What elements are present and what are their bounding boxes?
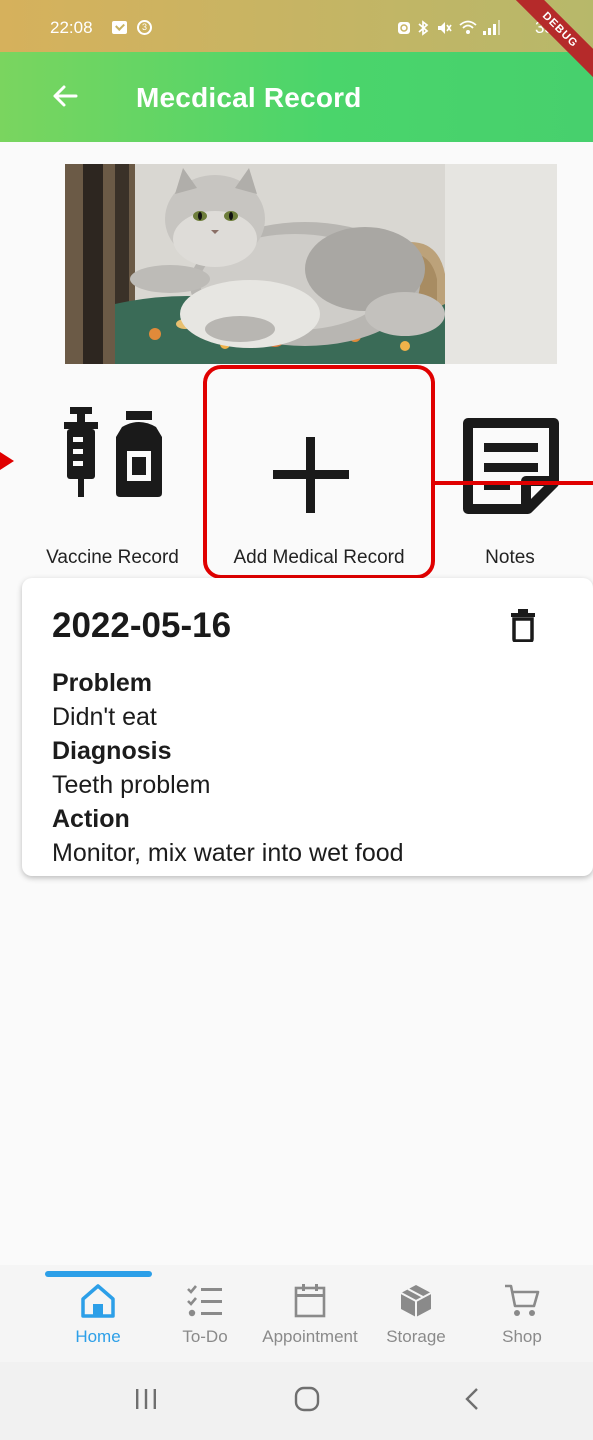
box-icon — [400, 1285, 432, 1317]
recent-apps-icon[interactable] — [134, 1384, 158, 1414]
app-bar: Mecdical Record — [0, 52, 593, 142]
record-date: 2022-05-16 — [52, 606, 232, 645]
action-value: Monitor, mix water into wet food — [52, 839, 404, 867]
plus-icon — [273, 437, 349, 513]
nav-item-todo[interactable]: To-Do — [150, 1283, 260, 1353]
record-details: Problem Didn't eat Diagnosis Teeth probl… — [52, 666, 404, 870]
status-time: 22:08 — [50, 18, 93, 37]
home-icon — [81, 1284, 115, 1318]
home-button-icon[interactable] — [293, 1384, 321, 1414]
nav-item-shop[interactable]: Shop — [467, 1283, 577, 1353]
vaccine-record-label: Vaccine Record — [46, 547, 179, 568]
pet-photo — [65, 164, 557, 364]
mute-icon — [438, 22, 452, 34]
nav-item-appointment[interactable]: Appointment — [255, 1283, 365, 1353]
bluetooth-icon — [418, 20, 429, 36]
back-button-icon[interactable] — [462, 1384, 482, 1414]
cat-image — [65, 164, 557, 364]
nav-item-home[interactable]: Home — [43, 1283, 153, 1353]
nav-label-todo: To-Do — [182, 1327, 228, 1346]
add-medical-record-button[interactable]: Add Medical Record — [203, 395, 435, 580]
nav-label-storage: Storage — [386, 1327, 446, 1346]
nav-label-home: Home — [75, 1327, 121, 1346]
status-bar: 22:08 3 35% — [0, 0, 593, 52]
vaccine-record-button[interactable]: Vaccine Record — [30, 395, 195, 580]
medical-record-card[interactable]: 2022-05-16 Problem Didn't eat Diagnosis … — [22, 578, 593, 876]
active-tab-indicator — [45, 1271, 152, 1277]
annotation-connector-line — [433, 481, 593, 485]
checklist-icon — [187, 1285, 222, 1317]
arrow-left-icon[interactable] — [50, 78, 80, 114]
message-icon — [112, 21, 127, 34]
trash-icon[interactable] — [510, 608, 536, 642]
nav-label-shop: Shop — [502, 1327, 542, 1346]
calendar-icon — [294, 1284, 326, 1318]
problem-value: Didn't eat — [52, 703, 157, 731]
problem-heading: Problem — [52, 669, 153, 697]
diagnosis-value: Teeth problem — [52, 771, 211, 799]
diagnosis-heading: Diagnosis — [52, 737, 172, 765]
notes-label: Notes — [485, 547, 535, 568]
system-navigation-bar — [0, 1362, 593, 1440]
action-heading: Action — [52, 805, 130, 833]
alarm-icon — [398, 22, 410, 34]
bottom-navigation: Home To-Do Appointment Storage Shop — [0, 1265, 593, 1362]
page-title: Mecdical Record — [136, 82, 362, 113]
add-medical-record-label: Add Medical Record — [233, 547, 405, 568]
annotation-arrow — [0, 452, 14, 470]
signal-icon — [483, 20, 500, 35]
wifi-icon — [459, 20, 477, 34]
notes-button[interactable]: Notes — [440, 395, 580, 580]
vaccine-icon — [64, 407, 162, 497]
cart-icon — [505, 1284, 540, 1316]
notes-icon — [463, 418, 559, 514]
nav-label-appointment: Appointment — [262, 1327, 358, 1346]
nav-item-storage[interactable]: Storage — [361, 1283, 471, 1353]
sync-icon: 3 — [137, 20, 152, 35]
